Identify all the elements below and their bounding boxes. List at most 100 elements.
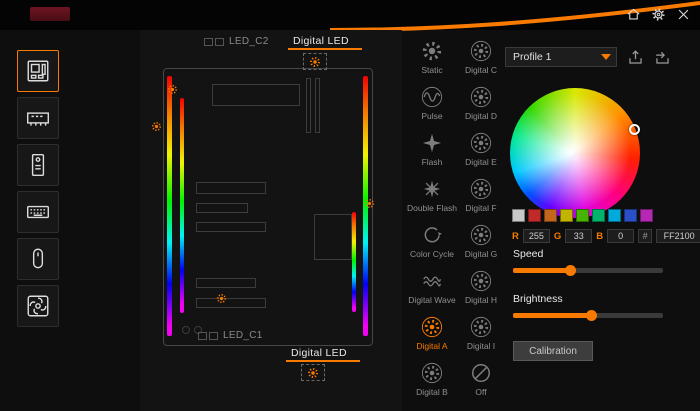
mode-static[interactable]: Static: [406, 38, 458, 84]
mode-digital-g[interactable]: Digital G: [458, 222, 504, 268]
board-connector: [182, 326, 190, 334]
r-label: R: [512, 231, 519, 242]
zone-underline-bottom: [286, 360, 360, 362]
digital-led-zone-bottom[interactable]: [301, 364, 325, 381]
mode-label: Digital Wave: [408, 295, 455, 305]
brightness-slider-thumb[interactable]: [586, 310, 597, 321]
speed-label: Speed: [513, 248, 543, 260]
mode-digital-h[interactable]: Digital H: [458, 268, 504, 314]
connector-chip-icon: [209, 332, 218, 340]
color-swatch-7[interactable]: [624, 209, 637, 222]
sidebar-item-memory[interactable]: [17, 97, 59, 139]
mode-digital-i[interactable]: Digital I: [458, 314, 504, 360]
connector-chip-icon: [198, 332, 207, 340]
led-mode-icon: [468, 222, 494, 248]
profile-export-icon[interactable]: [626, 48, 645, 67]
led-zone-marker[interactable]: [151, 121, 162, 132]
connector-label-led-c1: LED_C1: [223, 330, 263, 341]
mode-digital-b[interactable]: Digital B: [406, 360, 458, 406]
brightness-label: Brightness: [513, 293, 563, 305]
mode-digital-wave[interactable]: Digital Wave: [406, 268, 458, 314]
sidebar-item-motherboard[interactable]: [17, 50, 59, 92]
mode-label: Digital C: [465, 65, 497, 75]
brand-logo: [30, 7, 70, 21]
sidebar-item-fan[interactable]: [17, 285, 59, 327]
speed-slider-fill: [513, 268, 570, 273]
mode-label: Digital E: [465, 157, 497, 167]
color-swatch-3[interactable]: [560, 209, 573, 222]
color-swatch-8[interactable]: [640, 209, 653, 222]
flash-mode-icon: [419, 130, 445, 156]
sidebar-item-chassis[interactable]: [17, 144, 59, 186]
hex-hash-label: #: [638, 229, 652, 243]
pcie-slot: [196, 278, 256, 288]
home-icon[interactable]: [625, 6, 642, 23]
mode-label: Static: [421, 65, 442, 75]
led-sun-icon: [309, 56, 321, 68]
led-mode-icon: [468, 84, 494, 110]
cpu-socket: [212, 84, 300, 106]
mode-digital-c[interactable]: Digital C: [458, 38, 504, 84]
sidebar-item-mouse[interactable]: [17, 238, 59, 280]
mouse-icon: [25, 246, 51, 272]
speed-slider-thumb[interactable]: [565, 265, 576, 276]
b-label: B: [596, 231, 603, 242]
mode-digital-f[interactable]: Digital F: [458, 176, 504, 222]
memory-icon: [25, 105, 51, 131]
led-zone-marker[interactable]: [216, 293, 227, 304]
mode-flash[interactable]: Flash: [406, 130, 458, 176]
speed-slider[interactable]: [513, 268, 663, 273]
chassis-icon: [25, 152, 51, 178]
color-swatch-row: [512, 209, 653, 222]
mode-digital-e[interactable]: Digital E: [458, 130, 504, 176]
digital-led-zone-top[interactable]: [303, 53, 327, 70]
lighting-mode-grid: Static Digital C Pulse Digital D Flash Digita…: [406, 38, 504, 406]
mode-label: Pulse: [421, 111, 442, 121]
led-strip: [352, 212, 356, 312]
motherboard-icon: [25, 58, 51, 84]
g-label: G: [554, 231, 561, 242]
mode-pulse[interactable]: Pulse: [406, 84, 458, 130]
led-sun-icon: [307, 367, 319, 379]
zone-label-digital-led-top: Digital LED: [293, 35, 349, 47]
color-swatch-4[interactable]: [576, 209, 589, 222]
mode-color-cycle[interactable]: Color Cycle: [406, 222, 458, 268]
color-swatch-1[interactable]: [528, 209, 541, 222]
led-mode-icon: [468, 268, 494, 294]
profile-dropdown[interactable]: Profile 1: [505, 47, 617, 67]
mode-label: Double Flash: [407, 203, 457, 213]
hex-value-field[interactable]: FF2100: [656, 229, 700, 243]
led-strip: [167, 76, 172, 336]
color-wheel-indicator[interactable]: [629, 124, 640, 135]
pcie-slot: [196, 222, 266, 232]
color-swatch-6[interactable]: [608, 209, 621, 222]
mode-digital-a[interactable]: Digital A: [406, 314, 458, 360]
color-swatch-5[interactable]: [592, 209, 605, 222]
sidebar-item-keyboard[interactable]: [17, 191, 59, 233]
color-wheel[interactable]: [510, 88, 640, 218]
led-mode-icon: [468, 176, 494, 202]
mode-label: Flash: [422, 157, 443, 167]
profile-import-icon[interactable]: [653, 48, 672, 67]
g-value-field[interactable]: 33: [565, 229, 592, 243]
r-value-field[interactable]: 255: [523, 229, 550, 243]
titlebar: [0, 0, 700, 30]
mode-label: Digital H: [465, 295, 497, 305]
device-sidebar: [17, 50, 59, 332]
brightness-slider[interactable]: [513, 313, 663, 318]
mode-off[interactable]: Off: [458, 360, 504, 406]
brightness-slider-fill: [513, 313, 591, 318]
calibration-button[interactable]: Calibration: [513, 341, 593, 361]
led-mode-icon: [468, 130, 494, 156]
gear-icon[interactable]: [650, 6, 667, 23]
mode-double-flash[interactable]: Double Flash: [406, 176, 458, 222]
b-value-field[interactable]: 0: [607, 229, 634, 243]
led-zone-marker[interactable]: [364, 198, 375, 209]
mode-label: Digital I: [467, 341, 495, 351]
color-swatch-0[interactable]: [512, 209, 525, 222]
close-icon[interactable]: [675, 6, 692, 23]
led-zone-marker[interactable]: [167, 84, 178, 95]
led-mode-icon: [419, 360, 445, 386]
color-swatch-2[interactable]: [544, 209, 557, 222]
mode-digital-d[interactable]: Digital D: [458, 84, 504, 130]
